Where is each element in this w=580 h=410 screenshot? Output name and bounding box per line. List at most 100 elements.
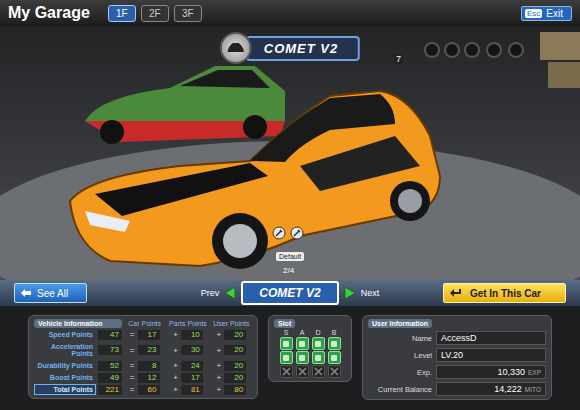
car-page-count: 2/4 xyxy=(283,266,294,275)
user-points: +20 xyxy=(211,361,252,371)
slot-row xyxy=(280,337,341,350)
floor-tabs: 1F 2F 3F xyxy=(108,5,202,22)
panel-title: Slot xyxy=(274,319,295,328)
prev-arrow-icon[interactable] xyxy=(224,286,236,300)
parts-points: +24 xyxy=(167,361,208,371)
part-icon xyxy=(299,341,305,347)
slot-item[interactable] xyxy=(312,365,325,378)
slot-row xyxy=(280,365,341,378)
slot-item[interactable] xyxy=(296,337,309,350)
slot-item[interactable] xyxy=(312,337,325,350)
paint-label: Default xyxy=(276,252,304,261)
stat-row: Acceleration Points73=23+30+20 xyxy=(34,341,252,359)
garage-screen: My Garage1F2F3FEscExitCOMET V27Default2/… xyxy=(0,0,580,410)
paint-options xyxy=(272,226,304,240)
car-points: =23 xyxy=(124,345,165,355)
prev-label: Prev xyxy=(201,288,220,298)
stat-label: Durability Points xyxy=(34,360,96,371)
panel-title: Vehicle Information xyxy=(34,319,122,328)
user-field: Level LV.20 xyxy=(368,348,546,362)
slot-item[interactable] xyxy=(296,365,309,378)
user-field: Current Balance 14,222MITO xyxy=(368,382,546,396)
stat-row: Total Points221=60+81+80 xyxy=(34,384,252,395)
slot-column-header: S xyxy=(280,329,293,336)
part-icon xyxy=(315,355,321,361)
user-points: +20 xyxy=(211,373,252,383)
user-points: +80 xyxy=(211,385,252,395)
parts-points: +10 xyxy=(167,330,208,340)
slot-item[interactable] xyxy=(280,365,293,378)
car-icon xyxy=(227,42,245,54)
field-label: Current Balance xyxy=(368,385,432,394)
stat-total: 49 xyxy=(98,373,122,383)
floor-tab[interactable]: 1F xyxy=(108,5,136,22)
slot-column-header: A xyxy=(296,329,309,336)
user-points: +20 xyxy=(211,330,252,340)
locked-x-icon xyxy=(298,367,307,376)
car-points: =60 xyxy=(124,385,165,395)
arrow-left-icon xyxy=(21,289,31,297)
field-value: 14,222MITO xyxy=(436,382,546,396)
parts-points: +30 xyxy=(167,345,208,355)
stat-total: 47 xyxy=(98,330,122,340)
next-arrow-icon[interactable] xyxy=(344,286,356,300)
slot-item[interactable] xyxy=(296,351,309,364)
car-name: COMET V2 xyxy=(246,36,360,61)
car-switcher: PrevCOMET V2Next xyxy=(201,281,379,305)
top-bar: My Garage1F2F3FEscExit xyxy=(0,0,580,26)
stat-label: Total Points xyxy=(34,384,96,395)
slot-item[interactable] xyxy=(280,337,293,350)
see-all-button[interactable]: See All xyxy=(14,283,87,303)
car-points: =8 xyxy=(124,361,165,371)
paint-icon[interactable] xyxy=(272,226,286,240)
user-points: +20 xyxy=(211,345,252,355)
car-points: =12 xyxy=(124,373,165,383)
stat-total: 52 xyxy=(98,361,122,371)
slot-item[interactable] xyxy=(280,351,293,364)
field-value: LV.20 xyxy=(436,348,546,362)
stat-total: 73 xyxy=(98,345,122,355)
stat-row: Boost Points49=12+17+20 xyxy=(34,372,252,383)
slot-column-header: B xyxy=(328,329,341,336)
car-nav-bar: See All PrevCOMET V2Next Get In This Car xyxy=(0,280,580,306)
get-in-button[interactable]: Get In This Car xyxy=(443,283,566,303)
column-header: Parts Points xyxy=(167,320,208,327)
field-label: Exp. xyxy=(368,368,432,377)
slot-panel: SlotSADB xyxy=(268,315,352,382)
part-icon xyxy=(283,341,289,347)
slot-item[interactable] xyxy=(328,365,341,378)
part-icon xyxy=(315,341,321,347)
exit-label: Exit xyxy=(546,8,563,19)
user-field: NameAccessD xyxy=(368,331,546,345)
field-label: Level xyxy=(368,351,432,360)
stat-label: Boost Points xyxy=(34,372,96,383)
slot-item[interactable] xyxy=(328,337,341,350)
stat-label: Acceleration Points xyxy=(34,341,96,359)
tire-count: 7 xyxy=(394,54,403,64)
enter-icon xyxy=(450,289,462,298)
stat-row: Durability Points52=8+24+20 xyxy=(34,360,252,371)
parts-points: +17 xyxy=(167,373,208,383)
slot-item[interactable] xyxy=(328,351,341,364)
wrench-icon[interactable] xyxy=(290,226,304,240)
car-points: =17 xyxy=(124,330,165,340)
user-field: Exp.10,330EXP xyxy=(368,365,546,379)
showroom: COMET V2 7 Default 2/4 xyxy=(0,26,580,280)
esc-key: Esc xyxy=(525,9,542,18)
vehicle-info-header: Vehicle InformationCar PointsParts Point… xyxy=(34,319,252,328)
field-value: AccessD xyxy=(436,331,546,345)
exit-button[interactable]: Esc Exit xyxy=(521,6,572,21)
locked-x-icon xyxy=(282,367,291,376)
locked-x-icon xyxy=(314,367,323,376)
column-header: User Points xyxy=(211,320,252,327)
slot-column-header: D xyxy=(312,329,325,336)
car-name-banner: COMET V2 xyxy=(220,32,360,64)
stat-total: 221 xyxy=(98,385,122,395)
stat-row: Speed Points47=17+10+20 xyxy=(34,329,252,340)
next-label: Next xyxy=(361,288,380,298)
field-unit: MITO xyxy=(525,386,541,393)
parts-points: +81 xyxy=(167,385,208,395)
slot-item[interactable] xyxy=(312,351,325,364)
floor-tab[interactable]: 2F xyxy=(141,5,169,22)
floor-tab[interactable]: 3F xyxy=(174,5,202,22)
